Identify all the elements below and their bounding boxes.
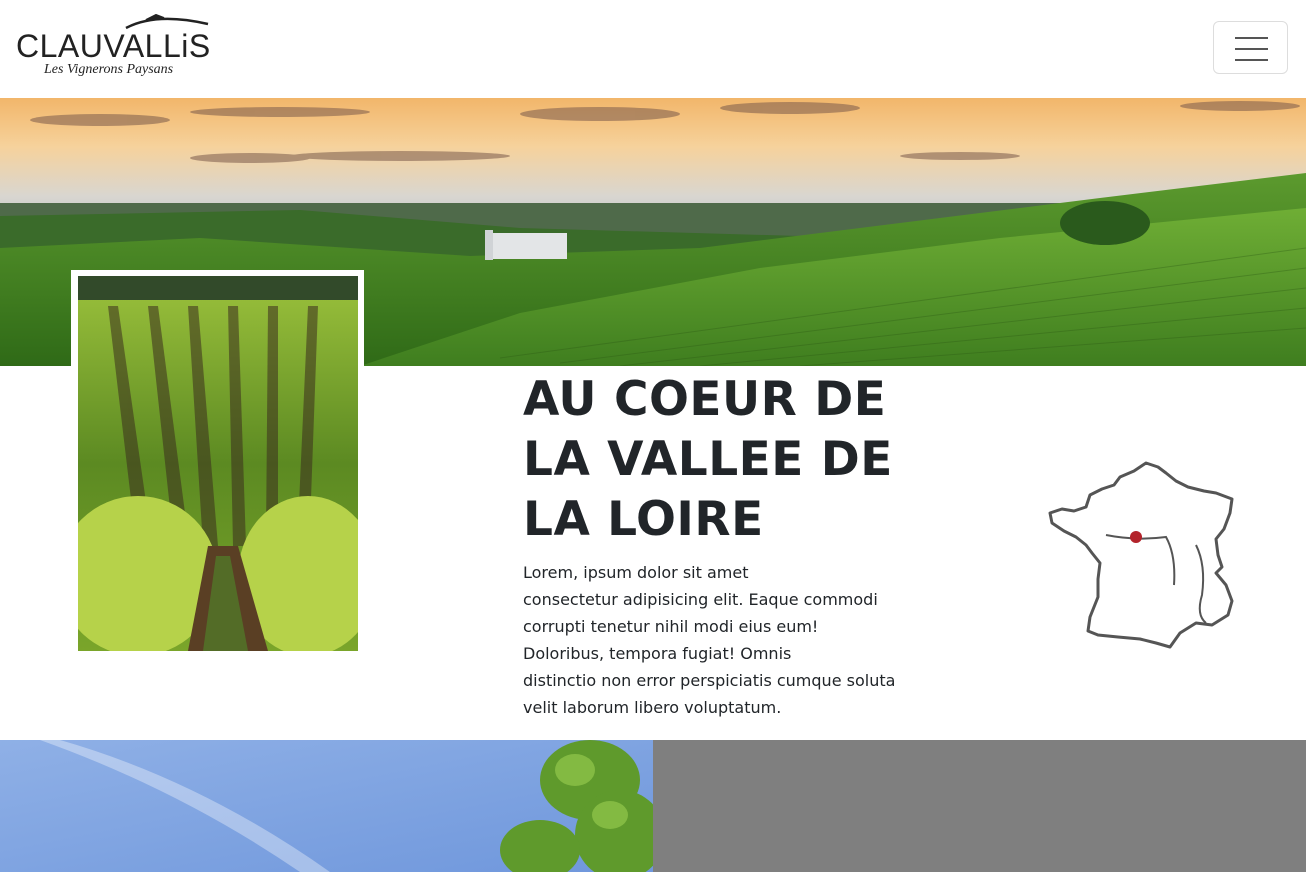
body-line: Doloribus, tempora fugiat! Omnis xyxy=(523,644,792,663)
france-map-icon xyxy=(1046,455,1241,655)
gray-content-panel xyxy=(653,740,1306,872)
body-line: distinctio non error perspiciatis cumque… xyxy=(523,671,896,690)
section-title: AU COEUR DE LA VALLEE DE LA LOIRE xyxy=(523,370,943,550)
body-line: velit laborum libero voluptatum. xyxy=(523,698,782,717)
body-line: corrupti tenetur nihil modi eius eum! xyxy=(523,617,819,636)
site-header: CLAUVALLiS Les Vignerons Paysans xyxy=(0,0,1306,98)
vine-leaves-photo xyxy=(0,740,653,872)
brand-tagline: Les Vignerons Paysans xyxy=(44,62,174,77)
brand-logo[interactable]: CLAUVALLiS Les Vignerons Paysans xyxy=(16,14,216,84)
body-line: consectetur adipisicing elit. Eaque comm… xyxy=(523,590,878,609)
section-title-line: AU COEUR DE xyxy=(523,372,887,427)
brand-name: CLAUVALLiS xyxy=(16,28,211,64)
section-title-line: LA LOIRE xyxy=(523,492,764,547)
section-body-text: Lorem, ipsum dolor sit amet consectetur … xyxy=(523,559,903,721)
location-marker xyxy=(1130,531,1142,543)
body-line: Lorem, ipsum dolor sit amet xyxy=(523,563,749,582)
section-title-line: LA VALLEE DE xyxy=(523,432,893,487)
vineyard-rows-photo xyxy=(78,276,358,651)
menu-toggle-button[interactable] xyxy=(1213,21,1288,74)
vineyard-photo-frame xyxy=(71,270,364,657)
